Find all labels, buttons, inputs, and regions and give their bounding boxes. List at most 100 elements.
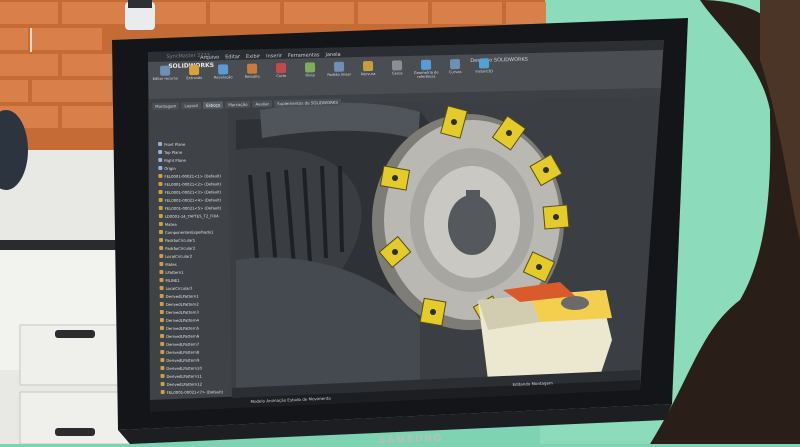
menu-view[interactable]: Exibir xyxy=(246,54,260,60)
tree-item-icon xyxy=(160,341,165,346)
desk-cabinet xyxy=(0,110,131,444)
tab-markup[interactable]: Marcação xyxy=(225,100,251,109)
ribbon-btn-ref-geometry[interactable]: Geometria de referência xyxy=(413,59,439,79)
ribbon-btn-linear-pattern[interactable]: Padrão linear xyxy=(326,61,352,81)
tree-item-label: Origin xyxy=(164,165,176,171)
tree-item-icon xyxy=(158,197,163,202)
tree-item-label: PadrãoCircular1 xyxy=(165,237,196,243)
tree-item-icon xyxy=(158,157,163,162)
ribbon-btn-edit-feature[interactable]: Editar recurso xyxy=(152,65,178,85)
tree-item-icon xyxy=(159,293,164,298)
status-text: Editando Montagem xyxy=(512,380,553,387)
rib-icon xyxy=(362,60,374,72)
tree-item-icon xyxy=(159,309,164,314)
tree-item-icon xyxy=(159,269,164,274)
tree-item[interactable]: FEL0001-00021<7> (Default) xyxy=(160,387,233,396)
tree-item-label: Top Plane xyxy=(164,149,183,155)
ribbon-btn-shell[interactable]: Casca xyxy=(384,60,410,80)
feature-manager-tree: Front Plane Top Plane Right Plane Origin FEL… xyxy=(158,139,233,396)
ribbon-btn-boss[interactable]: Ressalto xyxy=(239,63,265,83)
tree-item-label: DerivedLPattern8 xyxy=(166,349,200,355)
tree-item-icon xyxy=(160,357,165,362)
tree-item-label: FEL0001-00021<5> (Default) xyxy=(164,204,222,211)
boss-icon xyxy=(246,63,258,74)
tree-item-label: LPattern1 xyxy=(165,269,184,275)
curves-icon xyxy=(449,59,461,70)
tree-item-icon xyxy=(160,333,165,338)
tree-item-label: Right Plane xyxy=(164,157,186,163)
tree-item-icon xyxy=(158,173,163,178)
revolve-icon xyxy=(217,64,229,75)
tree-item-label: MLINE1 xyxy=(165,277,180,283)
tree-item-label: LocalCircular2 xyxy=(165,253,193,259)
tree-item-label: DerivedLPattern3 xyxy=(165,309,199,315)
ribbon-btn-fillet[interactable]: Filete xyxy=(297,62,323,82)
tree-item-icon xyxy=(159,245,164,250)
tree-item-label: DerivedLPattern9 xyxy=(166,357,200,363)
tree-item-icon xyxy=(158,205,163,210)
linear-pattern-icon xyxy=(333,61,345,72)
tree-item-icon xyxy=(159,285,164,290)
tree-item-icon xyxy=(158,229,163,234)
motion-study-tabs[interactable]: Modelo Animação Estudo de Movimento xyxy=(250,396,330,404)
menu-edit[interactable]: Editar xyxy=(225,54,240,60)
tree-item-icon xyxy=(158,165,163,170)
menu-tools[interactable]: Ferramentas xyxy=(288,52,320,59)
tab-layout[interactable]: Layout xyxy=(181,101,202,110)
tree-item-label: FEL0001-00021<2> (Default) xyxy=(164,180,222,187)
edit-feature-icon xyxy=(159,65,171,76)
tab-assembly[interactable]: Montagem xyxy=(152,102,180,110)
tree-item-label: Matea xyxy=(164,221,177,227)
tree-item-icon xyxy=(158,149,163,154)
tab-evaluate[interactable]: Avaliar xyxy=(252,100,273,108)
ribbon-btn-revolve[interactable]: Revolução xyxy=(210,64,236,84)
fillet-icon xyxy=(304,62,316,73)
menu-insert[interactable]: Inserir xyxy=(266,53,282,59)
ribbon-btn-instant3d[interactable]: Instant3D xyxy=(471,58,497,78)
tree-item-label: FEL0001-00021<1> (Default) xyxy=(164,172,222,179)
tree-item-label: DerivedLPattern10 xyxy=(166,365,202,371)
tree-item-label: FEL0001-00021<4> (Default) xyxy=(164,196,222,203)
ribbon-btn-rib[interactable]: Nervura xyxy=(355,60,381,81)
tree-item-label: DerivedLPattern2 xyxy=(165,301,199,307)
tree-item-label: Front Plane xyxy=(164,141,186,147)
shell-icon xyxy=(391,60,403,71)
tree-item-label: PadrãoCircular2 xyxy=(165,245,196,251)
tree-item-label: DerivedLPattern12 xyxy=(166,381,203,387)
status-bar: Editando Montagem xyxy=(512,369,553,390)
tree-item-label: DerivedLPattern4 xyxy=(165,317,199,323)
ribbon-btn-cut[interactable]: Corte xyxy=(268,62,294,83)
tree-item-label: LocalCircular3 xyxy=(165,285,193,291)
menu-window[interactable]: Janela xyxy=(325,52,340,58)
tree-item-label: DerivedLPattern11 xyxy=(166,373,202,379)
extrude-icon xyxy=(188,64,200,76)
tree-item-icon xyxy=(159,325,164,330)
tree-item-icon xyxy=(160,373,165,378)
tree-item-label: LD0001-14_TAPTE5_T2_FIXA xyxy=(164,212,219,219)
monitor-model: SyncMaster 2233 xyxy=(166,52,211,60)
instant3d-icon xyxy=(478,58,490,69)
tab-sketch[interactable]: Esboço xyxy=(202,101,224,109)
tree-item-label: FEL0001-00021<3> (Default) xyxy=(164,188,222,195)
tree-item-icon xyxy=(158,221,163,226)
tree-item-icon xyxy=(159,253,164,258)
tree-item-icon xyxy=(160,349,165,354)
tree-item-label: ComponentesEspelhado1 xyxy=(164,228,214,235)
ribbon-btn-curves[interactable]: Curvas xyxy=(442,59,468,79)
cut-icon xyxy=(275,62,287,74)
tree-item-icon xyxy=(159,261,164,266)
tree-item-icon xyxy=(160,365,165,370)
ribbon-btn-extrude[interactable]: Extrusão xyxy=(181,64,207,85)
tree-item-icon xyxy=(158,181,163,186)
tab-addins[interactable]: Suplementos do SOLIDWORKS xyxy=(274,98,342,108)
tree-item-label: Mates xyxy=(165,261,177,267)
tree-item-label: DerivedLPattern7 xyxy=(166,341,200,347)
tree-item-icon xyxy=(160,389,165,394)
tree-item-icon xyxy=(158,189,163,194)
tree-item-icon xyxy=(158,141,163,146)
tree-item-icon xyxy=(159,317,164,322)
tree-item-label: DerivedLPattern5 xyxy=(165,325,200,331)
tree-item-icon xyxy=(159,301,164,306)
tree-item-label: DerivedLPattern6 xyxy=(166,333,200,339)
tree-item-icon xyxy=(160,381,165,386)
